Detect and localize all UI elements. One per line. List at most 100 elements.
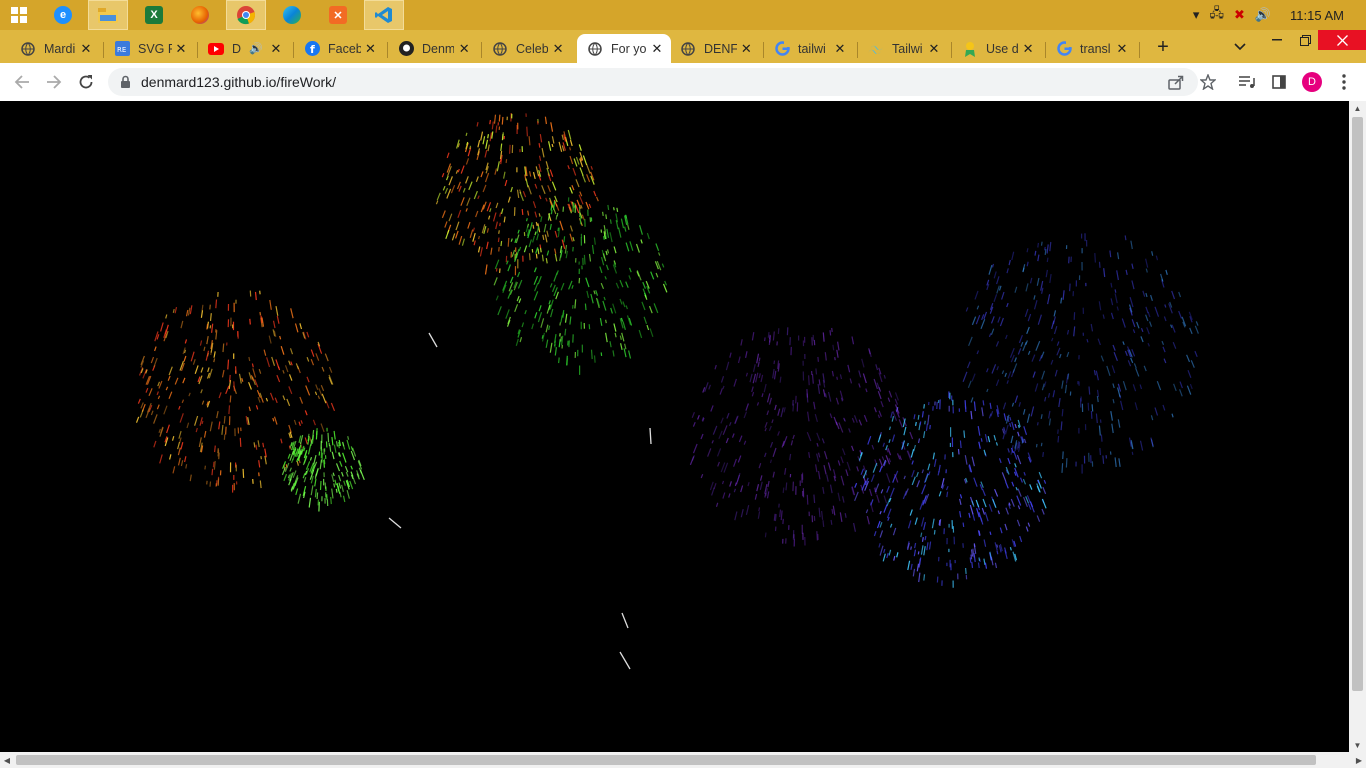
firework-spark bbox=[1005, 334, 1008, 340]
forward-button[interactable] bbox=[42, 70, 66, 94]
new-tab-button[interactable]: + bbox=[1151, 35, 1175, 59]
minimize-button[interactable] bbox=[1266, 30, 1288, 50]
windows-start-button[interactable] bbox=[0, 1, 38, 29]
firework-spark bbox=[186, 422, 190, 429]
scroll-right-arrow-icon[interactable]: ▶ bbox=[1352, 752, 1366, 768]
firework-spark bbox=[604, 276, 607, 280]
firework-spark bbox=[455, 221, 460, 231]
firework-spark bbox=[572, 167, 577, 176]
tab-close-icon[interactable]: ✕ bbox=[832, 41, 848, 57]
tab-2[interactable]: D 🔊 ✕ bbox=[202, 34, 290, 63]
tab-audio-speaker-icon[interactable]: 🔊 bbox=[249, 42, 263, 55]
tab-close-icon[interactable]: ✕ bbox=[363, 41, 378, 57]
tab-close-icon[interactable]: ✕ bbox=[174, 41, 188, 57]
taskbar-chrome-button[interactable] bbox=[226, 0, 266, 30]
firework-spark bbox=[1135, 367, 1140, 377]
firework-spark bbox=[1007, 457, 1011, 465]
github-icon bbox=[398, 41, 414, 57]
tab-11[interactable]: transl ✕ bbox=[1050, 34, 1136, 63]
restore-button[interactable] bbox=[1294, 30, 1316, 50]
firework-spark bbox=[276, 374, 281, 383]
tab-1[interactable]: RE SVG R ✕ bbox=[108, 34, 194, 63]
firework-spark bbox=[560, 282, 565, 291]
horizontal-scroll-thumb[interactable] bbox=[16, 755, 1316, 765]
tab-5[interactable]: Celeb ✕ bbox=[486, 34, 572, 63]
back-button[interactable] bbox=[10, 70, 34, 94]
firework-spark bbox=[1044, 396, 1047, 402]
profile-button[interactable]: D bbox=[1300, 70, 1324, 94]
tab-close-icon[interactable]: ✕ bbox=[78, 41, 94, 57]
side-panel-button[interactable] bbox=[1267, 70, 1291, 94]
firework-spark bbox=[1122, 341, 1125, 346]
firework-spark bbox=[271, 356, 276, 366]
close-window-button[interactable] bbox=[1318, 30, 1366, 50]
firework-spark bbox=[505, 159, 508, 164]
tab-10[interactable]: Use d ✕ bbox=[956, 34, 1042, 63]
reload-button[interactable] bbox=[74, 70, 98, 94]
firework-spark bbox=[628, 350, 632, 359]
tab-3[interactable]: f Faceb ✕ bbox=[298, 34, 384, 63]
tab-close-icon[interactable]: ✕ bbox=[1114, 41, 1130, 57]
firework-spark bbox=[844, 512, 847, 518]
bookmark-star-icon[interactable] bbox=[1198, 72, 1218, 92]
firework-spark bbox=[259, 311, 261, 316]
taskbar-file-explorer-button[interactable] bbox=[88, 0, 128, 30]
scroll-up-arrow-icon[interactable]: ▲ bbox=[1349, 101, 1366, 115]
firework-spark bbox=[545, 257, 548, 264]
vertical-scroll-thumb[interactable] bbox=[1352, 117, 1363, 691]
scroll-left-arrow-icon[interactable]: ◀ bbox=[0, 752, 14, 768]
tab-close-icon[interactable]: ✕ bbox=[550, 41, 566, 57]
taskbar-edge-button[interactable] bbox=[273, 1, 311, 29]
firework-spark bbox=[517, 229, 520, 234]
tab-9[interactable]: Tailwi ✕ bbox=[862, 34, 948, 63]
taskbar-clock[interactable]: 11:15 AM bbox=[1290, 8, 1344, 23]
taskbar-excel-button[interactable]: X bbox=[135, 1, 173, 29]
firework-spark bbox=[619, 298, 623, 305]
firework-spark bbox=[575, 156, 580, 165]
firework-spark bbox=[980, 438, 983, 442]
browser-menu-button[interactable] bbox=[1332, 70, 1356, 94]
tab-title: D bbox=[232, 41, 242, 56]
tab-close-icon[interactable]: ✕ bbox=[926, 41, 942, 57]
taskbar-vscode-button[interactable] bbox=[364, 0, 404, 30]
tab-7[interactable]: DENF ✕ bbox=[674, 34, 760, 63]
firework-spark bbox=[538, 305, 542, 312]
firework-spark bbox=[766, 491, 770, 499]
tab-search-button[interactable] bbox=[1229, 36, 1251, 58]
tab-close-icon[interactable]: ✕ bbox=[649, 41, 665, 57]
firework-spark bbox=[996, 366, 999, 371]
tab-close-icon[interactable]: ✕ bbox=[268, 41, 284, 57]
tab-8[interactable]: tailwi ✕ bbox=[768, 34, 854, 63]
firework-spark bbox=[525, 226, 529, 233]
taskbar-ie-button[interactable]: e bbox=[44, 1, 82, 29]
firework-spark bbox=[269, 392, 274, 401]
tray-chevron-up-icon[interactable]: ▾ bbox=[1193, 7, 1200, 23]
network-icon[interactable]: 🖧 bbox=[1209, 4, 1224, 26]
firework-spark bbox=[713, 483, 717, 490]
fireworks-canvas[interactable] bbox=[0, 101, 1349, 752]
address-bar[interactable]: denmard123.github.io/fireWork/ bbox=[108, 68, 1216, 96]
media-control-button[interactable] bbox=[1235, 70, 1259, 94]
firework-spark bbox=[335, 441, 339, 447]
firework-spark bbox=[543, 223, 547, 233]
tab-4[interactable]: Denm ✕ bbox=[392, 34, 478, 63]
firework-spark bbox=[888, 457, 892, 463]
vertical-scrollbar[interactable]: ▲ ▼ bbox=[1349, 101, 1366, 752]
tab-close-icon[interactable]: ✕ bbox=[1020, 41, 1036, 57]
tab-close-icon[interactable]: ✕ bbox=[456, 41, 472, 57]
tab-close-icon[interactable]: ✕ bbox=[739, 41, 754, 57]
volume-icon[interactable]: 🔊 bbox=[1255, 7, 1271, 23]
taskbar-firefox-button[interactable] bbox=[181, 1, 219, 29]
taskbar-xampp-button[interactable]: ✕ bbox=[319, 1, 357, 29]
battery-warning-icon[interactable]: ✖ bbox=[1234, 7, 1245, 23]
address-bar-url[interactable]: denmard123.github.io/fireWork/ bbox=[141, 74, 336, 90]
firework-spark bbox=[962, 371, 968, 383]
tab-6-active[interactable]: For yo ✕ bbox=[577, 34, 671, 63]
lock-icon[interactable] bbox=[120, 75, 131, 89]
firework-spark bbox=[1029, 277, 1033, 284]
firework-spark bbox=[1045, 269, 1048, 278]
tab-0[interactable]: Mardi ✕ bbox=[14, 34, 100, 63]
share-icon[interactable] bbox=[1166, 72, 1186, 92]
horizontal-scrollbar[interactable]: ◀ ▶ bbox=[0, 752, 1366, 768]
scroll-down-arrow-icon[interactable]: ▼ bbox=[1349, 738, 1366, 752]
